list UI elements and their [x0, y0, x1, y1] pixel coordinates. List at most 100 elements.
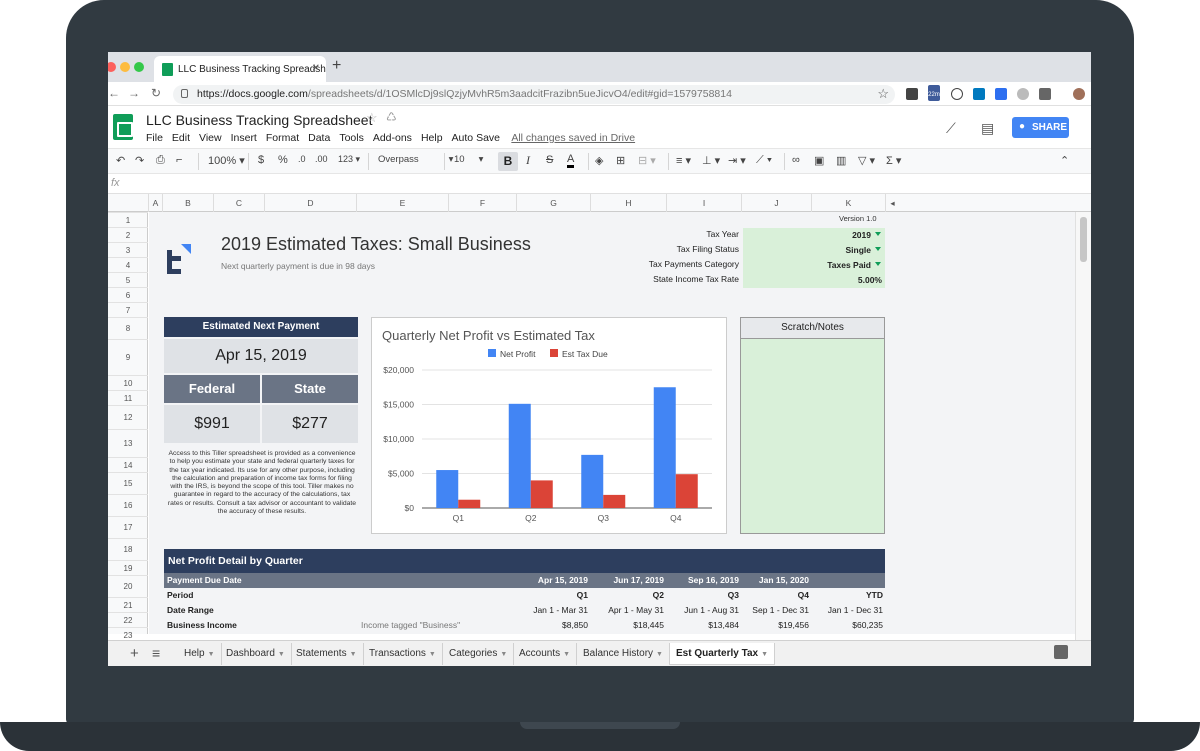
reload-icon[interactable]: ↻ [151, 86, 161, 100]
sheet-tab-est-quarterly-tax[interactable]: Est Quarterly Tax ▼ [669, 643, 776, 665]
column-header-h[interactable]: H [590, 194, 666, 212]
move-folder-icon[interactable]: ♺ [386, 110, 397, 124]
column-header-g[interactable]: G [516, 194, 590, 212]
functions-icon[interactable]: Σ ▾ [886, 154, 901, 167]
row-header[interactable]: 6 [108, 287, 148, 302]
column-header-more-icon[interactable]: ◂ [885, 194, 899, 212]
row-header[interactable]: 4 [108, 257, 148, 272]
comments-icon[interactable]: ▤ [981, 120, 994, 137]
row-header[interactable]: 7 [108, 302, 148, 317]
row-header[interactable]: 22 [108, 612, 148, 627]
maximize-window-button[interactable] [134, 62, 144, 72]
row-header[interactable]: 11 [108, 390, 148, 405]
column-header-e[interactable]: E [356, 194, 448, 212]
menu-insert[interactable]: Insert [231, 132, 257, 144]
row-header[interactable]: 12 [108, 405, 148, 429]
menu-tools[interactable]: Tools [339, 132, 364, 144]
filter-icon[interactable]: ▽ ▾ [858, 154, 875, 167]
forward-icon[interactable]: → [128, 86, 140, 100]
minimize-window-button[interactable] [120, 62, 130, 72]
row-header[interactable]: 16 [108, 494, 148, 516]
share-button[interactable]: ● SHARE [1012, 117, 1069, 138]
row-header[interactable]: 21 [108, 597, 148, 612]
menu-file[interactable]: File [146, 132, 163, 144]
menu-view[interactable]: View [199, 132, 222, 144]
vertical-scrollbar[interactable] [1075, 212, 1091, 646]
formula-bar[interactable]: fx [108, 174, 1091, 194]
menu-addons[interactable]: Add-ons [373, 132, 412, 144]
extension-puzzle-icon[interactable] [1039, 88, 1051, 100]
extension-trello-icon[interactable] [973, 88, 985, 100]
menu-data[interactable]: Data [308, 132, 330, 144]
increase-decimal-button[interactable]: .00 [315, 154, 328, 164]
column-header-k[interactable]: K [811, 194, 885, 212]
extension-info-icon[interactable] [951, 88, 963, 100]
row-header[interactable]: 9 [108, 339, 148, 375]
column-header-d[interactable]: D [264, 194, 356, 212]
browser-tab[interactable]: LLC Business Tracking Spreadsheet ✕ [154, 56, 326, 82]
row-header[interactable]: 2 [108, 227, 148, 242]
row-header[interactable]: 14 [108, 457, 148, 472]
vertical-align-icon[interactable]: ⊥ ▾ [702, 154, 720, 167]
add-sheet-button[interactable]: + [130, 645, 139, 662]
scrollbar-thumb[interactable] [1080, 217, 1087, 262]
sheet-tab-balance-history[interactable]: Balance History ▼ [577, 643, 670, 665]
sheets-logo-icon[interactable] [113, 114, 133, 140]
menu-help[interactable]: Help [421, 132, 443, 144]
extension-flag-icon[interactable] [906, 88, 918, 100]
decrease-decimal-button[interactable]: .0 [298, 154, 306, 164]
explore-icon[interactable] [1054, 645, 1068, 659]
doc-title[interactable]: LLC Business Tracking Spreadsheet [146, 112, 372, 128]
row-header[interactable]: 1 [108, 212, 148, 227]
back-icon[interactable]: ← [108, 86, 120, 100]
row-header[interactable]: 10 [108, 375, 148, 390]
undo-icon[interactable]: ↶ [116, 154, 125, 167]
column-header-c[interactable]: C [213, 194, 264, 212]
sheet-tab-categories[interactable]: Categories ▼ [443, 643, 515, 665]
row-header[interactable]: 8 [108, 317, 148, 339]
horizontal-align-icon[interactable]: ≡ ▾ [676, 154, 691, 167]
currency-button[interactable]: $ [258, 154, 264, 166]
bold-button[interactable]: B [498, 152, 518, 171]
quarterly-chart[interactable]: Quarterly Net Profit vs Estimated Tax Net… [371, 317, 727, 534]
merge-cells-icon[interactable]: ⊟ ▾ [638, 154, 656, 167]
url-input[interactable]: https://docs.google.com/spreadsheets/d/1… [173, 85, 895, 104]
menu-autosave[interactable]: Auto Save [452, 132, 500, 144]
row-header[interactable]: 18 [108, 538, 148, 560]
row-header[interactable]: 19 [108, 560, 148, 575]
font-size-select[interactable]: 10 ▾ [454, 154, 483, 165]
borders-icon[interactable]: ⊞ [616, 154, 625, 167]
percent-button[interactable]: % [278, 154, 288, 166]
font-select[interactable]: Overpass ▾ [378, 154, 453, 165]
fill-color-icon[interactable]: ◈ [595, 154, 603, 167]
save-status[interactable]: All changes saved in Drive [511, 132, 635, 144]
row-header[interactable]: 3 [108, 242, 148, 257]
insert-comment-icon[interactable]: ▣ [814, 154, 824, 167]
column-header-a[interactable]: A [148, 194, 162, 212]
sheet-tab-statements[interactable]: Statements ▼ [290, 643, 364, 665]
sheet-tab-dashboard[interactable]: Dashboard ▼ [220, 643, 292, 665]
column-header-i[interactable]: I [666, 194, 741, 212]
column-header-b[interactable]: B [162, 194, 213, 212]
collapse-toolbar-icon[interactable]: ⌃ [1060, 154, 1069, 167]
text-rotation-icon[interactable]: ⟋ ▾ [756, 154, 772, 167]
extension-calendar-icon[interactable]: 22m [928, 85, 940, 101]
activity-icon[interactable]: ⟋ [946, 120, 956, 137]
tax-year-dropdown[interactable]: 2019 [743, 228, 885, 243]
paint-format-icon[interactable]: ⌐ [176, 154, 182, 166]
payments-category-dropdown[interactable]: Taxes Paid [743, 258, 885, 273]
close-window-button[interactable] [108, 62, 116, 72]
row-header[interactable]: 15 [108, 472, 148, 494]
row-header[interactable]: 17 [108, 516, 148, 538]
extension-k-icon[interactable] [995, 88, 1007, 100]
new-tab-button[interactable]: + [332, 57, 341, 75]
text-wrap-icon[interactable]: ⇥ ▾ [728, 154, 746, 167]
sheet-tab-accounts[interactable]: Accounts ▼ [513, 643, 578, 665]
all-sheets-button[interactable]: ≡ [152, 645, 160, 661]
filing-status-dropdown[interactable]: Single [743, 243, 885, 258]
bookmark-star-icon[interactable]: ☆ [877, 86, 889, 102]
insert-link-icon[interactable]: ∞ [792, 154, 800, 166]
more-formats-select[interactable]: 123 ▾ [338, 154, 360, 165]
sheet-tab-help[interactable]: Help ▼ [178, 643, 222, 665]
sheet-tab-transactions[interactable]: Transactions ▼ [363, 643, 443, 665]
